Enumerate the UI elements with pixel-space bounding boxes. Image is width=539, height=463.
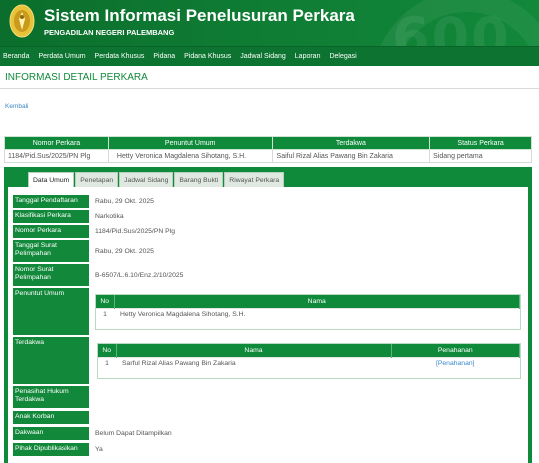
detail-label: Tanggal Pendaftaran [13, 195, 89, 208]
detail-tab-panel: Data Umum Penetapan Jadwal Sidang Barang… [4, 167, 532, 463]
nav-perdata-khusus[interactable]: Perdata Khusus [95, 53, 145, 60]
detail-label: Nomor Surat Pelimpahan [13, 264, 89, 286]
detail-value: Ya [95, 446, 103, 453]
status-cell: Sidang pertama [429, 149, 532, 163]
nav-pidana[interactable]: Pidana [153, 53, 175, 60]
detail-label: Pihak Dipublikasikan [13, 443, 89, 456]
column-header: No [98, 344, 117, 357]
defendant-name: Sarful Rizal Alias Pawang Bin Zakaria [116, 356, 391, 370]
app-title: Sistem Informasi Penelusuran Perkara [44, 6, 355, 25]
back-link[interactable]: Kembali [5, 103, 28, 110]
column-header: Terdakwa [271, 136, 431, 150]
column-header: Penahanan [391, 344, 520, 357]
column-header: Nama [114, 295, 520, 308]
nav-jadwal-sidang[interactable]: Jadwal Sidang [240, 53, 286, 60]
prosecutor-name: Hetty Veronica Magdalena Sihotang, S.H. [114, 307, 520, 321]
column-header: No [96, 295, 115, 308]
nav-laporan[interactable]: Laporan [295, 53, 321, 60]
detail-label: Klasifikasi Perkara [13, 210, 89, 223]
detail-value: 1184/Pid.Sus/2025/PN Plg [95, 228, 175, 235]
detail-value: Narkotika [95, 213, 124, 220]
table-row: 1 Hetty Veronica Magdalena Sihotang, S.H… [96, 307, 520, 321]
prosecutor-cell: Hetty Veronica Magdalena Sihotang, S.H. [107, 149, 273, 163]
detail-value: Rabu, 29 Okt. 2025 [95, 198, 154, 205]
detail-value: B-6507/L.6.10/Enz.2/10/2025 [95, 272, 184, 279]
header-watermark: 600 [392, 6, 511, 46]
detail-label: Terdakwa [13, 337, 89, 384]
row-number: 1 [96, 307, 114, 321]
nav-perdata-umum[interactable]: Perdata Umum [38, 53, 85, 60]
table-row: 1184/Pid.Sus/2025/PN Plg Hetty Veronica … [4, 149, 532, 163]
court-emblem-icon [9, 4, 35, 38]
defendant-table: No Nama Penahanan 1 Sarful Rizal Alias P… [97, 343, 521, 379]
case-summary-table: Nomor Perkara Penuntut Umum Terdakwa Sta… [4, 136, 532, 163]
detail-label: Nomor Perkara [13, 225, 89, 238]
column-header: Nama [116, 344, 392, 357]
divider [0, 88, 539, 89]
column-header: Penuntut Umum [107, 136, 273, 150]
penahanan-link[interactable]: [Penahanan] [436, 360, 475, 367]
tab-bar: Data Umum Penetapan Jadwal Sidang Barang… [28, 172, 285, 187]
app-header: 600 Sistem Informasi Penelusuran Perkara… [0, 0, 539, 46]
detail-label: Tanggal Surat Pelimpahan [13, 240, 89, 262]
row-number: 1 [98, 356, 116, 370]
detail-label: Penasihat Hukum Terdakwa [13, 386, 89, 408]
column-header: Status Perkara [429, 136, 532, 150]
tab-penetapan[interactable]: Penetapan [75, 172, 119, 187]
main-nav: Beranda Perdata Umum Perdata Khusus Pida… [0, 46, 539, 66]
detail-label: Dakwaan [13, 427, 89, 440]
tab-riwayat-perkara[interactable]: Riwayat Perkara [224, 172, 285, 187]
tab-jadwal-sidang[interactable]: Jadwal Sidang [119, 172, 174, 187]
penahanan-cell: [Penahanan] [391, 356, 520, 370]
nav-delegasi[interactable]: Delegasi [329, 53, 356, 60]
column-header: Nomor Perkara [4, 136, 109, 150]
nav-beranda[interactable]: Beranda [3, 53, 29, 60]
tab-data-umum[interactable]: Data Umum [28, 172, 75, 187]
detail-value: Belum Dapat Ditampilkan [95, 430, 172, 437]
defendant-cell: Saiful Rizal Alias Pawang Bin Zakaria [271, 149, 431, 163]
case-number-cell: 1184/Pid.Sus/2025/PN Plg [4, 149, 109, 163]
detail-value: Rabu, 29 Okt. 2025 [95, 248, 154, 255]
detail-label: Anak Korban [13, 411, 89, 424]
court-name: PENGADILAN NEGERI PALEMBANG [44, 28, 175, 37]
prosecutor-table: No Nama 1 Hetty Veronica Magdalena Sihot… [95, 294, 521, 330]
detail-label: Penuntut Umum [13, 288, 89, 335]
page-title: INFORMASI DETAIL PERKARA [5, 72, 148, 83]
tab-barang-bukti[interactable]: Barang Bukti [174, 172, 224, 187]
table-row: 1 Sarful Rizal Alias Pawang Bin Zakaria … [98, 356, 520, 370]
data-umum-panel: Tanggal Pendaftaran Rabu, 29 Okt. 2025 K… [8, 187, 528, 463]
nav-pidana-khusus[interactable]: Pidana Khusus [184, 53, 231, 60]
